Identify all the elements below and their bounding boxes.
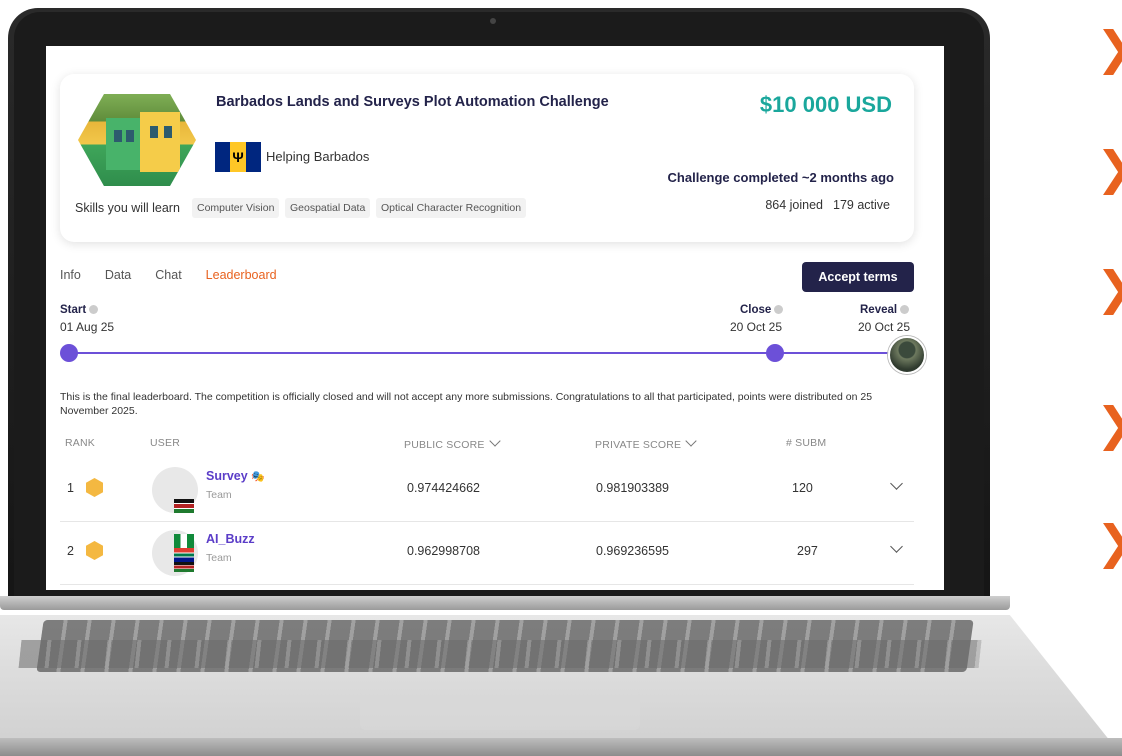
skills-label: Skills you will learn xyxy=(75,201,180,215)
info-icon[interactable] xyxy=(774,305,784,314)
submission-count: 120 xyxy=(792,481,813,495)
header-public-score[interactable]: PUBLIC SCORE xyxy=(404,435,501,451)
skill-tag: Computer Vision xyxy=(192,198,280,218)
tab-data[interactable]: Data xyxy=(105,268,131,282)
timeline-start: Start xyxy=(60,304,99,316)
rank: 1 xyxy=(67,481,74,495)
info-icon[interactable] xyxy=(89,305,99,314)
header-user: USER xyxy=(150,437,180,449)
header-private-score[interactable]: PRIVATE SCORE xyxy=(595,435,697,451)
trackpad xyxy=(360,690,640,730)
timeline-start-marker xyxy=(60,344,78,362)
chevron-right-icon: ❯ xyxy=(1096,519,1122,565)
laptop-front-edge xyxy=(0,738,1122,756)
info-icon[interactable] xyxy=(900,305,910,314)
table-row[interactable]: 2 AI_Buzz Team 0.962998708 0.969236595 2… xyxy=(60,522,914,585)
timeline-close-marker xyxy=(766,344,784,362)
challenge-image xyxy=(78,94,196,186)
screen: Barbados Lands and Surveys Plot Automati… xyxy=(46,46,944,590)
public-score: 0.962998708 xyxy=(407,544,480,558)
submission-count: 297 xyxy=(797,544,818,558)
chevron-down-icon xyxy=(488,435,501,447)
camera-icon xyxy=(490,18,496,24)
chevron-right-icon: ❯ xyxy=(1096,25,1122,71)
close-date: 20 Oct 25 xyxy=(730,320,783,334)
participant-counts: 864 joined 179 active xyxy=(755,198,890,212)
challenge-card: Barbados Lands and Surveys Plot Automati… xyxy=(60,74,914,242)
accept-terms-button[interactable]: Accept terms xyxy=(802,262,914,292)
chevron-down-icon[interactable] xyxy=(890,477,903,490)
challenge-status: Challenge completed ~2 months ago xyxy=(667,170,894,185)
chevron-down-icon[interactable] xyxy=(890,540,903,553)
tab-leaderboard[interactable]: Leaderboard xyxy=(206,268,277,282)
private-score: 0.969236595 xyxy=(596,544,669,558)
tab-info[interactable]: Info xyxy=(60,268,81,282)
active-count: 179 active xyxy=(833,198,890,212)
medal-icon xyxy=(86,478,103,497)
challenge-title[interactable]: Barbados Lands and Surveys Plot Automati… xyxy=(216,94,609,110)
sponsor-text: Helping Barbados xyxy=(266,149,370,164)
tab-chat[interactable]: Chat xyxy=(155,268,181,282)
skill-tag: Geospatial Data xyxy=(285,198,371,218)
timeline-reveal: Reveal xyxy=(860,304,910,316)
challenge-tabs: Info Data Chat Leaderboard xyxy=(60,268,277,282)
avatar xyxy=(888,336,926,374)
rank: 2 xyxy=(67,544,74,558)
user-name[interactable]: Survey 🎭 xyxy=(206,469,265,483)
private-score: 0.981903389 xyxy=(596,481,669,495)
header-submissions: # SUBM xyxy=(786,437,827,449)
barbados-flag-icon: Ψ xyxy=(215,142,261,172)
keyboard-row xyxy=(18,640,982,668)
user-type: Team xyxy=(206,489,232,501)
chevron-right-icon: ❯ xyxy=(1096,145,1122,191)
chevron-down-icon xyxy=(685,435,697,447)
team-badge-icon: 🎭 xyxy=(251,471,265,483)
chevron-right-icon: ❯ xyxy=(1096,401,1122,447)
prize-amount: $10 000 USD xyxy=(759,92,892,117)
table-row[interactable]: 1 Survey 🎭 Team 0.974424662 0.981903389 … xyxy=(60,459,914,522)
kenya-flag-icon xyxy=(174,562,194,572)
reveal-date: 20 Oct 25 xyxy=(858,320,911,334)
public-score: 0.974424662 xyxy=(407,481,480,495)
kenya-flag-icon xyxy=(174,499,194,513)
medal-icon xyxy=(86,541,103,560)
leaderboard-notice: This is the final leaderboard. The compe… xyxy=(60,391,873,417)
nigeria-flag-icon xyxy=(174,534,194,548)
skill-tag: Optical Character Recognition xyxy=(376,198,527,218)
header-rank: RANK xyxy=(65,437,95,449)
south-africa-flag-icon xyxy=(174,548,194,562)
user-name[interactable]: AI_Buzz xyxy=(206,532,255,546)
joined-count: 864 joined xyxy=(765,198,824,212)
laptop-hinge xyxy=(0,596,1010,610)
start-date: 01 Aug 25 xyxy=(60,320,115,334)
chevron-right-icon: ❯ xyxy=(1096,265,1122,311)
user-type: Team xyxy=(206,552,232,564)
timeline-close: Close xyxy=(740,304,784,316)
